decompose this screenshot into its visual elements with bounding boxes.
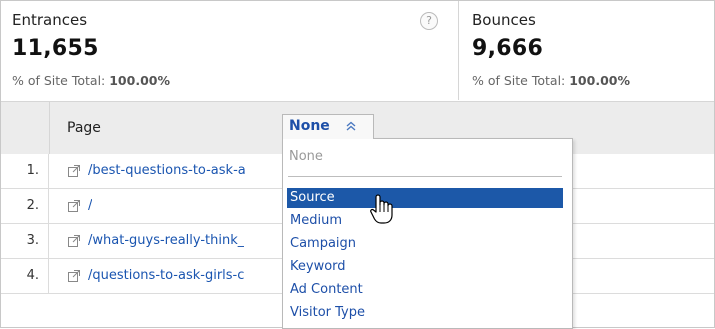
dropdown-option-none[interactable]: None bbox=[289, 149, 323, 164]
entrances-metric: Entrances 11,655 % of Site Total: 100.00… bbox=[1, 1, 459, 100]
page-link[interactable]: /questions-to-ask-girls-c bbox=[88, 259, 244, 293]
row-index: 1. bbox=[1, 154, 49, 188]
dropdown-divider bbox=[288, 176, 562, 177]
page-link[interactable]: /what-guys-really-think_ bbox=[88, 224, 244, 258]
bounces-metric: Bounces 9,666 % of Site Total: 100.00% bbox=[459, 1, 714, 100]
row-index: 3. bbox=[1, 224, 49, 258]
page-column-header[interactable]: Page bbox=[67, 120, 101, 136]
help-icon[interactable]: ? bbox=[420, 12, 438, 30]
site-total-value: 100.00% bbox=[569, 73, 630, 88]
dropdown-option-campaign[interactable]: Campaign bbox=[287, 234, 563, 254]
site-total-label: % of Site Total: bbox=[472, 73, 570, 88]
row-index: 2. bbox=[1, 189, 49, 223]
metric-value: 9,666 bbox=[472, 36, 544, 61]
secondary-dimension-button[interactable]: None bbox=[282, 114, 374, 139]
page-link[interactable]: / bbox=[88, 189, 92, 223]
dropdown-option-keyword[interactable]: Keyword bbox=[287, 257, 563, 277]
metric-subtitle: % of Site Total: 100.00% bbox=[12, 73, 170, 88]
metric-title: Bounces bbox=[472, 11, 536, 29]
report-panel: Entrances 11,655 % of Site Total: 100.00… bbox=[0, 0, 715, 329]
page-link[interactable]: /best-questions-to-ask-a bbox=[88, 154, 246, 188]
site-total-label: % of Site Total: bbox=[12, 73, 110, 88]
secondary-dimension-dropdown: None Source Medium Campaign Keyword Ad C… bbox=[282, 138, 573, 329]
metric-title: Entrances bbox=[12, 11, 88, 29]
external-link-icon[interactable] bbox=[67, 268, 82, 283]
index-column-header bbox=[1, 102, 50, 154]
dropdown-option-visitor-type[interactable]: Visitor Type bbox=[287, 303, 563, 323]
metric-subtitle: % of Site Total: 100.00% bbox=[472, 73, 630, 88]
external-link-icon[interactable] bbox=[67, 233, 82, 248]
dropdown-option-source[interactable]: Source bbox=[287, 188, 563, 208]
secondary-dimension-value: None bbox=[289, 118, 330, 134]
metric-value: 11,655 bbox=[12, 36, 99, 61]
external-link-icon[interactable] bbox=[67, 198, 82, 213]
chevron-up-icon bbox=[346, 121, 356, 131]
row-index: 4. bbox=[1, 259, 49, 293]
dropdown-option-ad-content[interactable]: Ad Content bbox=[287, 280, 563, 300]
hand-cursor-icon bbox=[370, 194, 393, 224]
external-link-icon[interactable] bbox=[67, 163, 82, 178]
dropdown-option-medium[interactable]: Medium bbox=[287, 211, 563, 231]
site-total-value: 100.00% bbox=[109, 73, 170, 88]
